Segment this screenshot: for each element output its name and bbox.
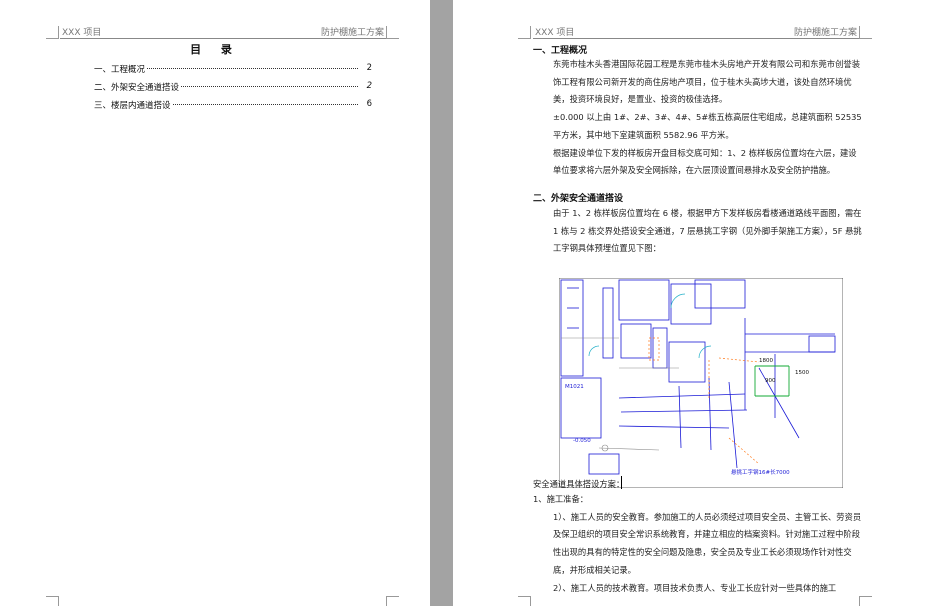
crop-mark <box>46 26 59 39</box>
paragraph: 根据建设单位下发的样板房开盘目标交底可知：1、2 栋样板房位置均在六层，建设单位… <box>553 147 857 176</box>
crop-mark <box>859 596 872 606</box>
toc-entry[interactable]: 一、工程概况 2 <box>94 63 372 76</box>
toc-entry-label: 二、外架安全通道搭设 <box>94 81 182 93</box>
toc-title: 目 录 <box>190 43 240 56</box>
document-page-2: XXX 项目 防护棚施工方案 一、工程概况 东莞市桂木头香港国际花园工程是东莞市… <box>453 0 937 606</box>
cad-floor-plan-image[interactable]: M1021 -0.050 1800 1500 900 悬挑工字钢16#长7000 <box>559 278 843 488</box>
crop-mark <box>46 596 59 606</box>
door-label: M1021 <box>565 384 584 390</box>
header-left: XXX 项目 <box>535 28 575 38</box>
crop-mark <box>859 26 872 39</box>
toc-entry[interactable]: 二、外架安全通道搭设 2 <box>94 81 372 94</box>
page-gap <box>430 0 453 606</box>
note-label: 悬挑工字钢16#长7000 <box>731 468 790 476</box>
header-right: 防护棚施工方案 <box>793 28 857 38</box>
paragraph: 1）、施工人员的安全教育。参加施工的人员必须经过项目安全员、主管工长、劳资员及保… <box>553 511 862 575</box>
page-header: XXX 项目 防护棚施工方案 <box>533 24 859 39</box>
dim-label: 1800 <box>759 358 773 364</box>
header-left: XXX 项目 <box>62 28 102 38</box>
toc-entry[interactable]: 三、楼层内通道搭设 6 <box>94 99 372 112</box>
toc-entry-label: 三、楼层内通道搭设 <box>94 99 173 111</box>
section2-body: 由于 1、2 栋样板房位置均在 6 楼，根据甲方下发样板房看楼通道路线平面图，需… <box>533 205 863 258</box>
level-label: -0.050 <box>573 438 591 444</box>
crop-mark <box>386 596 399 606</box>
section1-body: 东莞市桂木头香港国际花园工程是东莞市桂木头房地产开发有限公司和东莞市创誉装饰工程… <box>533 56 863 180</box>
paragraph: 2）、施工人员的技术教育。项目技术负责人、专业工长应针对一些具体的施工 <box>553 582 837 593</box>
section-heading-2: 二、外架安全通道搭设 <box>533 194 624 204</box>
dim-label: 1500 <box>795 370 809 376</box>
construction-prep: 1、施工准备： 1）、施工人员的安全教育。参加施工的人员必须经过项目安全员、主管… <box>533 491 863 597</box>
text-cursor <box>621 476 622 489</box>
page-header: XXX 项目 防护棚施工方案 <box>60 24 386 39</box>
dim-label: 900 <box>765 378 776 384</box>
crop-mark <box>386 26 399 39</box>
drawing-caption: 安全通道具体搭设方案： <box>533 479 625 489</box>
document-page-1: XXX 项目 防护棚施工方案 目 录 一、工程概况 2 二、外架安全通道搭设 2… <box>0 0 430 606</box>
toc-entry-page: 2 <box>366 63 372 73</box>
crop-mark <box>518 596 531 606</box>
item-title: 1、施工准备： <box>533 494 589 504</box>
paragraph: ±0.000 以上由 1#、2#、3#、4#、5#栋五栋高层住宅组成，总建筑面积… <box>553 112 862 140</box>
paragraph: 东莞市桂木头香港国际花园工程是东莞市桂木头房地产开发有限公司和东莞市创誉装饰工程… <box>553 59 860 105</box>
toc-entry-page: 6 <box>366 99 372 109</box>
toc-entry-label: 一、工程概况 <box>94 63 148 75</box>
paragraph: 由于 1、2 栋样板房位置均在 6 楼，根据甲方下发样板房看楼通道路线平面图，需… <box>553 208 862 254</box>
section-heading-1: 一、工程概况 <box>533 46 588 56</box>
header-right: 防护棚施工方案 <box>320 28 384 38</box>
crop-mark <box>518 26 531 39</box>
toc-entry-page: 2 <box>366 81 372 91</box>
